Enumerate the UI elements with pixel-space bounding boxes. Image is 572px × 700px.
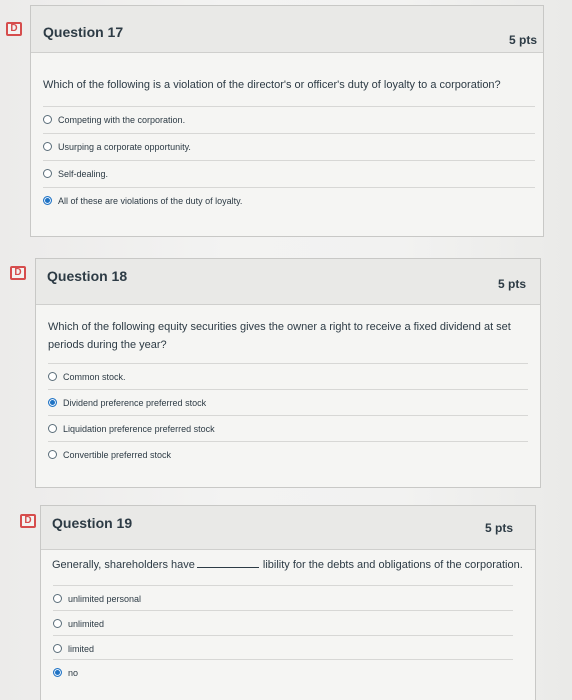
question-18-text: Which of the following equity securities… — [48, 321, 511, 351]
question-17-option-3[interactable]: Self-dealing. — [43, 160, 535, 186]
radio-button-selected[interactable] — [48, 398, 57, 407]
answer-blank — [196, 558, 259, 568]
question-18-header: Question 18 5 pts — [36, 259, 540, 305]
radio-button[interactable] — [43, 115, 52, 124]
question-19-header: Question 19 5 pts — [41, 506, 535, 550]
option-label: Convertible preferred stock — [63, 449, 172, 460]
radio-button[interactable] — [53, 594, 62, 603]
radio-button[interactable] — [48, 372, 57, 381]
radio-button[interactable] — [53, 619, 62, 628]
question-17-card: Question 17 5 pts Which of the following… — [30, 5, 544, 237]
question-19-text-before: Generally, shareholders have — [52, 559, 195, 571]
question-18-option-1[interactable]: Common stock. — [48, 363, 528, 389]
question-18-card: Question 18 5 pts Which of the following… — [35, 258, 541, 488]
option-label: unlimited — [68, 618, 105, 629]
question-17-points: 5 pts — [508, 33, 537, 47]
question-18-points: 5 pts — [497, 277, 526, 291]
option-label: no — [68, 667, 79, 678]
quiz-page: D Question 17 5 pts Which of the followi… — [0, 0, 572, 700]
radio-button[interactable] — [53, 644, 62, 653]
question-18-option-3[interactable]: Liquidation preference preferred stock — [48, 415, 528, 441]
question-19-option-3[interactable]: limited — [53, 635, 513, 661]
option-label: Liquidation preference preferred stock — [63, 423, 215, 434]
radio-button[interactable] — [48, 424, 57, 433]
question-19-text: Generally, shareholders have libility for… — [52, 556, 532, 574]
option-label: limited — [68, 643, 95, 654]
question-19-card: Question 19 5 pts Generally, shareholder… — [40, 505, 536, 700]
radio-button[interactable] — [43, 169, 52, 178]
option-label: Competing with the corporation. — [58, 114, 186, 125]
question-19-option-1[interactable]: unlimited personal — [53, 585, 513, 611]
flag-question-19-icon[interactable]: D — [20, 514, 36, 528]
option-label: Self-dealing. — [58, 168, 109, 179]
question-19-option-4[interactable]: no — [53, 659, 513, 685]
question-17-option-4[interactable]: All of these are violations of the duty … — [43, 187, 535, 213]
question-17-option-1[interactable]: Competing with the corporation. — [43, 106, 535, 132]
option-label: Dividend preference preferred stock — [63, 397, 207, 408]
question-19-title: Question 19 — [52, 515, 133, 531]
question-17-text: Which of the following is a violation of… — [43, 79, 501, 91]
question-17-option-2[interactable]: Usurping a corporate opportunity. — [43, 133, 535, 159]
option-label: Usurping a corporate opportunity. — [58, 141, 191, 152]
radio-button-selected[interactable] — [43, 196, 52, 205]
question-19-points: 5 pts — [484, 521, 513, 535]
radio-button-selected[interactable] — [53, 668, 62, 677]
question-18-title: Question 18 — [47, 268, 128, 284]
question-18-option-2[interactable]: Dividend preference preferred stock — [48, 389, 528, 415]
question-19-option-2[interactable]: unlimited — [53, 610, 513, 636]
radio-button[interactable] — [48, 450, 57, 459]
question-19-text-after: libility for the debts and obligations o… — [262, 559, 523, 571]
option-label: All of these are violations of the duty … — [58, 195, 243, 206]
option-label: Common stock. — [63, 371, 126, 382]
question-17-title: Question 17 — [43, 24, 124, 40]
flag-question-18-icon[interactable]: D — [10, 266, 26, 280]
question-17-header: Question 17 5 pts — [31, 6, 543, 53]
option-label: unlimited personal — [68, 593, 142, 604]
question-18-option-4[interactable]: Convertible preferred stock — [48, 441, 528, 467]
radio-button[interactable] — [43, 142, 52, 151]
flag-question-17-icon[interactable]: D — [6, 22, 22, 36]
